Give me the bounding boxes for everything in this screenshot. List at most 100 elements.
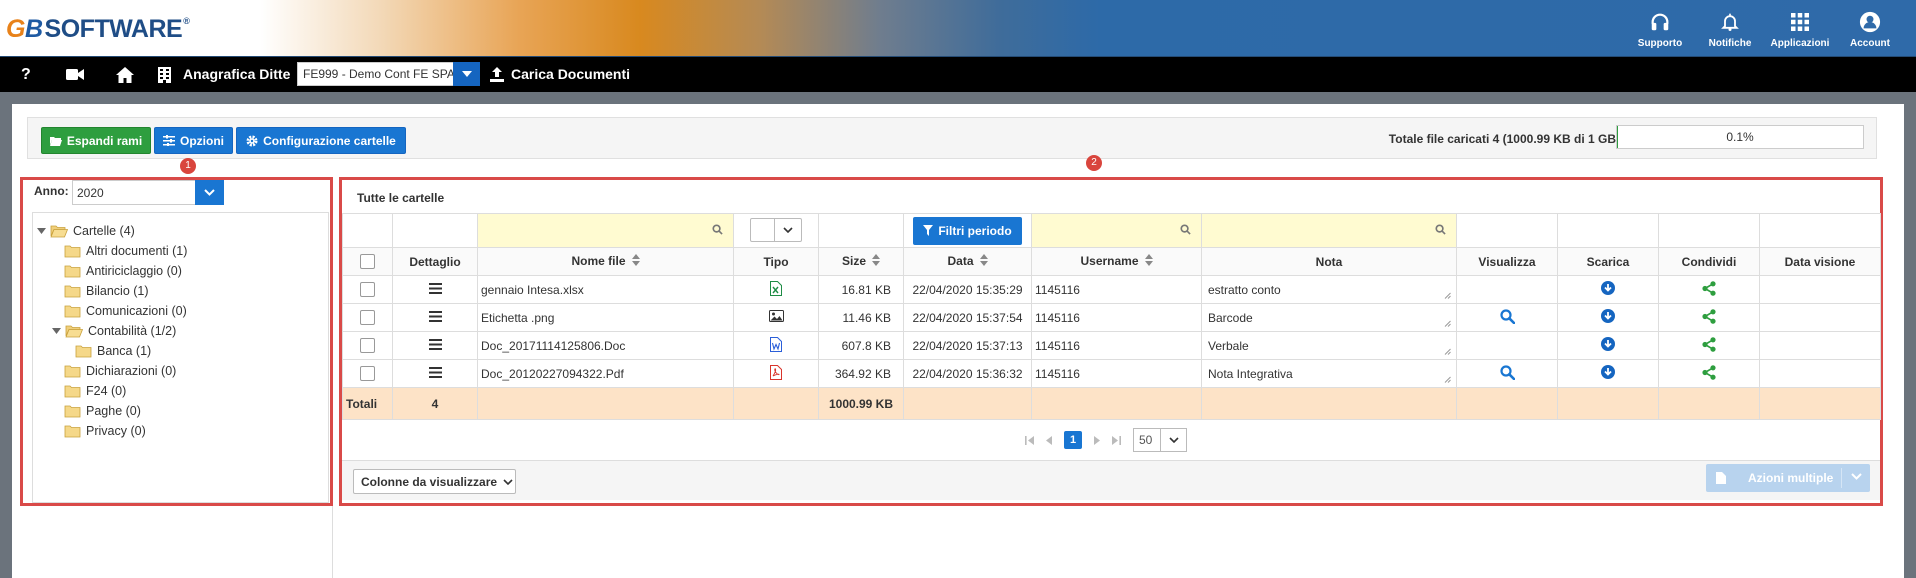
- current-page[interactable]: 1: [1064, 431, 1082, 449]
- nota-filter[interactable]: [1201, 213, 1457, 248]
- tree-node[interactable]: Paghe (0): [64, 401, 141, 421]
- dettaglio-cell[interactable]: [392, 359, 478, 388]
- condividi-cell[interactable]: [1658, 331, 1760, 360]
- tree-caret-down-icon[interactable]: [51, 328, 61, 334]
- download-icon[interactable]: [1601, 337, 1615, 351]
- col-data[interactable]: Data: [903, 247, 1032, 276]
- table-row[interactable]: Etichetta .png 11.46 KB 22/04/2020 15:37:5…: [342, 303, 1881, 332]
- username-filter[interactable]: [1031, 213, 1202, 248]
- menu-icon[interactable]: [428, 366, 442, 378]
- row-checkbox[interactable]: [360, 310, 375, 326]
- tree-node[interactable]: Privacy (0): [64, 421, 146, 441]
- menu-icon[interactable]: [428, 310, 442, 322]
- pdf-file-icon: [770, 364, 782, 380]
- nota-cell[interactable]: Barcode: [1201, 303, 1457, 332]
- azioni-multiple-button[interactable]: Azioni multiple: [1706, 464, 1870, 492]
- dettaglio-cell[interactable]: [392, 303, 478, 332]
- nome-file-filter[interactable]: [477, 213, 734, 248]
- scarica-cell[interactable]: [1557, 275, 1659, 304]
- applicazioni-button[interactable]: Applicazioni: [1770, 10, 1830, 49]
- download-icon[interactable]: [1601, 365, 1615, 379]
- nota-textarea[interactable]: Verbale: [1205, 335, 1453, 357]
- anno-select[interactable]: 2020: [72, 180, 224, 205]
- tree-node[interactable]: Banca (1): [75, 341, 151, 361]
- totals-label: Totali: [342, 387, 393, 420]
- condividi-cell[interactable]: [1658, 275, 1760, 304]
- resize-grip-icon[interactable]: [1444, 376, 1451, 383]
- magnifier-icon[interactable]: [1499, 308, 1515, 324]
- tree-node[interactable]: Antiriciclaggio (0): [64, 261, 182, 281]
- help-button[interactable]: ?: [21, 57, 31, 92]
- table-row[interactable]: Doc_20171114125806.Doc 607.8 KB 22/04/2020…: [342, 331, 1881, 360]
- tree-node[interactable]: Contabilità (1/2): [50, 321, 176, 341]
- share-icon[interactable]: [1702, 336, 1716, 352]
- dettaglio-cell[interactable]: [392, 275, 478, 304]
- next-page-icon[interactable]: [1094, 435, 1100, 445]
- tree-node-label: Banca (1): [97, 344, 152, 358]
- col-username[interactable]: Username: [1031, 247, 1202, 276]
- supporto-button[interactable]: Supporto: [1630, 10, 1690, 49]
- video-button[interactable]: [66, 57, 84, 92]
- col-size[interactable]: Size: [818, 247, 904, 276]
- magnifier-icon[interactable]: [1499, 364, 1515, 380]
- scarica-cell[interactable]: [1557, 331, 1659, 360]
- colonne-da-visualizzare-button[interactable]: Colonne da visualizzare: [353, 469, 516, 494]
- row-checkbox[interactable]: [360, 282, 375, 298]
- resize-grip-icon[interactable]: [1444, 348, 1451, 355]
- row-checkbox[interactable]: [360, 338, 375, 354]
- configurazione-cartelle-button[interactable]: Configurazione cartelle: [236, 127, 406, 154]
- data-cell: 22/04/2020 15:37:13: [903, 331, 1032, 360]
- filtri-periodo-button[interactable]: Filtri periodo: [913, 216, 1022, 245]
- select-all-checkbox[interactable]: [360, 254, 375, 270]
- dettaglio-cell[interactable]: [392, 331, 478, 360]
- tree-node[interactable]: Dichiarazioni (0): [64, 361, 176, 381]
- anagrafica-ditte-label[interactable]: Anagrafica Ditte: [183, 57, 290, 92]
- condividi-cell[interactable]: [1658, 359, 1760, 388]
- menu-icon[interactable]: [428, 338, 442, 350]
- tipo-filter-select[interactable]: [750, 217, 802, 242]
- share-icon[interactable]: [1702, 308, 1716, 324]
- account-button[interactable]: Account: [1840, 10, 1900, 49]
- carica-documenti-link[interactable]: Carica Documenti: [511, 57, 630, 92]
- table-row[interactable]: gennaio Intesa.xlsx 16.81 KB 22/04/2020 15…: [342, 275, 1881, 304]
- tree-node[interactable]: Altri documenti (1): [64, 241, 187, 261]
- opzioni-button[interactable]: Opzioni: [154, 127, 233, 154]
- table-row[interactable]: Doc_20120227094322.Pdf 364.92 KB 22/04/202…: [342, 359, 1881, 388]
- nota-textarea[interactable]: Nota Integrativa: [1205, 363, 1453, 385]
- nota-cell[interactable]: Verbale: [1201, 331, 1457, 360]
- tree-node[interactable]: F24 (0): [64, 381, 126, 401]
- first-page-icon[interactable]: [1025, 435, 1034, 445]
- nota-cell[interactable]: estratto conto: [1201, 275, 1457, 304]
- espandi-rami-button[interactable]: Espandi rami: [41, 127, 151, 154]
- visualizza-cell[interactable]: [1456, 303, 1558, 332]
- nota-textarea[interactable]: estratto conto: [1205, 279, 1453, 301]
- last-page-icon[interactable]: [1112, 435, 1121, 445]
- resize-grip-icon[interactable]: [1444, 292, 1451, 299]
- logo-b: B: [24, 14, 43, 43]
- tree-node[interactable]: Comunicazioni (0): [64, 301, 187, 321]
- ditta-select[interactable]: FE999 - Demo Cont FE SPA: [297, 62, 480, 86]
- page-size-select[interactable]: 50: [1133, 428, 1187, 452]
- row-checkbox[interactable]: [360, 366, 375, 382]
- tree-node[interactable]: Cartelle (4): [35, 221, 135, 241]
- condividi-cell[interactable]: [1658, 303, 1760, 332]
- download-icon[interactable]: [1601, 309, 1615, 323]
- notifiche-button[interactable]: Notifiche: [1700, 10, 1760, 49]
- download-icon[interactable]: [1601, 281, 1615, 295]
- gb-software-logo[interactable]: G B SOFTWARE ®: [6, 14, 190, 44]
- nota-cell[interactable]: Nota Integrativa: [1201, 359, 1457, 388]
- menu-icon[interactable]: [428, 282, 442, 294]
- share-icon[interactable]: [1702, 280, 1716, 296]
- resize-grip-icon[interactable]: [1444, 320, 1451, 327]
- share-icon[interactable]: [1702, 364, 1716, 380]
- tree-caret-down-icon[interactable]: [36, 228, 46, 234]
- logo-text: SOFTWARE: [44, 14, 183, 43]
- tree-node[interactable]: Bilancio (1): [64, 281, 149, 301]
- nota-textarea[interactable]: Barcode: [1205, 307, 1453, 329]
- visualizza-cell[interactable]: [1456, 359, 1558, 388]
- scarica-cell[interactable]: [1557, 303, 1659, 332]
- col-nome-file[interactable]: Nome file: [477, 247, 734, 276]
- scarica-cell[interactable]: [1557, 359, 1659, 388]
- home-button[interactable]: [116, 57, 134, 92]
- prev-page-icon[interactable]: [1046, 435, 1052, 445]
